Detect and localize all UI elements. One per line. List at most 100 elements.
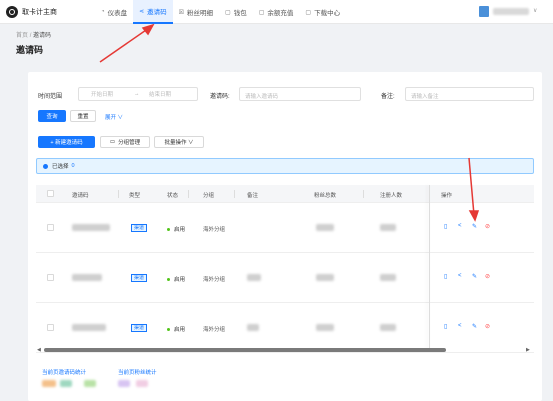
- start-date-input[interactable]: 开始日期: [91, 90, 113, 98]
- scroll-left-icon[interactable]: ◀: [37, 347, 41, 353]
- fans-stats-label: 当前页粉丝统计: [118, 370, 157, 376]
- fans-count-redacted: [316, 224, 334, 231]
- share-icon: ⋖: [139, 8, 145, 15]
- view-icon[interactable]: ▯: [444, 223, 447, 230]
- user-avatar[interactable]: [479, 6, 489, 17]
- breadcrumb-separator: /: [29, 33, 32, 39]
- date-range-picker[interactable]: 开始日期 → 结束日期: [78, 87, 198, 101]
- edit-icon[interactable]: ✎: [472, 273, 477, 280]
- app-title: 取卡计主商: [22, 9, 57, 16]
- nav-item-label: 钱包: [233, 10, 247, 17]
- group-manage-button[interactable]: ▭ 分组管理: [100, 136, 150, 148]
- download-icon: ▢: [305, 9, 312, 16]
- disable-icon[interactable]: ⊘: [485, 273, 490, 280]
- group-manage-label: 分组管理: [118, 140, 141, 146]
- share-icon[interactable]: <: [458, 223, 462, 229]
- selection-label: 已选择: [52, 164, 69, 170]
- nav-item-5[interactable]: ▢ 下载中心: [299, 0, 346, 24]
- table-row[interactable]: 渠道 启用 海外分组 ▯ < ✎ ⊘: [36, 253, 534, 303]
- table-row[interactable]: 渠道 启用 海外分组 ▯ < ✎ ⊘: [36, 203, 534, 253]
- end-date-input[interactable]: 结束日期: [149, 90, 171, 98]
- dashboard-icon: ◔: [101, 9, 105, 15]
- column-header-group: 分组: [203, 193, 215, 199]
- type-tag: 渠道: [131, 224, 148, 232]
- column-header-code: 邀请码: [72, 193, 89, 199]
- range-arrow-icon: →: [134, 91, 140, 97]
- main-nav: ◔ 仪表盘 ⋖ 邀请码 ☒ 粉丝明细 ▢ 钱包 ▢ 余额充值 ▢ 下载中心: [95, 0, 346, 24]
- view-icon[interactable]: ▯: [444, 323, 447, 330]
- nav-item-1[interactable]: ⋖ 邀请码: [133, 0, 173, 24]
- recharge-icon: ▢: [258, 9, 265, 16]
- status-dot-icon: [167, 327, 170, 331]
- invite-code-input[interactable]: 请输入邀请码: [239, 87, 361, 101]
- page-title: 邀请码: [16, 45, 44, 55]
- edit-icon[interactable]: ✎: [472, 223, 477, 230]
- fixed-column-shadow: [429, 185, 430, 351]
- column-divider: [234, 190, 235, 198]
- selection-count: 0: [71, 163, 75, 169]
- column-divider: [118, 190, 119, 198]
- row-checkbox[interactable]: [47, 274, 54, 281]
- registered-count-redacted: [380, 224, 396, 231]
- wallet-icon: ▢: [225, 9, 231, 16]
- nav-item-label: 粉丝明细: [187, 10, 214, 17]
- status-dot-icon: [167, 227, 170, 231]
- share-icon[interactable]: <: [458, 273, 462, 279]
- batch-operation-button[interactable]: 批量操作 ∨: [154, 136, 204, 148]
- breadcrumb-home[interactable]: 首页: [16, 33, 28, 39]
- query-button[interactable]: 查询: [38, 110, 66, 122]
- row-checkbox[interactable]: [47, 324, 54, 331]
- status-text: 启用: [174, 227, 186, 233]
- app-logo[interactable]: [6, 6, 18, 18]
- fans-count-redacted: [316, 324, 334, 331]
- share-icon[interactable]: <: [458, 323, 462, 329]
- nav-item-label: 仪表盘: [107, 10, 128, 17]
- column-header-type: 类型: [129, 193, 141, 199]
- nav-item-3[interactable]: ▢ 钱包: [219, 0, 253, 24]
- group-text: 海外分组: [203, 327, 226, 333]
- time-range-label: 时间范围: [38, 94, 63, 100]
- remark-redacted: [247, 274, 261, 281]
- annotation-arrow-nav: [99, 27, 150, 63]
- list-icon: ☒: [178, 9, 185, 16]
- content-card: 时间范围 开始日期 → 结束日期 邀请码: 请输入邀请码 备注: 请输入备注 查…: [28, 72, 542, 401]
- status-text: 启用: [174, 327, 186, 333]
- invite-code-redacted: [72, 274, 102, 281]
- registered-count-redacted: [380, 324, 396, 331]
- type-tag: 渠道: [131, 324, 148, 332]
- remark-redacted: [247, 324, 259, 331]
- expand-link[interactable]: 展开 ∨: [105, 113, 123, 121]
- breadcrumb-current: 邀请码: [33, 33, 52, 39]
- disable-icon[interactable]: ⊘: [485, 323, 490, 330]
- select-all-checkbox[interactable]: [47, 190, 54, 197]
- stat-value-redacted: [136, 380, 148, 387]
- table-row[interactable]: 渠道 启用 海外分组 ▯ < ✎ ⊘: [36, 303, 534, 353]
- row-checkbox[interactable]: [47, 224, 54, 231]
- column-header-fans: 粉丝总数: [314, 193, 337, 199]
- nav-item-4[interactable]: ▢ 余额充值: [253, 0, 300, 24]
- nav-item-0[interactable]: ◔ 仪表盘: [95, 0, 133, 24]
- nav-item-2[interactable]: ☒ 粉丝明细: [173, 0, 219, 24]
- horizontal-scrollbar[interactable]: ◀ ▶: [36, 347, 534, 353]
- group-text: 海外分组: [203, 227, 226, 233]
- nav-item-label: 邀请码: [147, 9, 167, 16]
- add-invite-code-button[interactable]: + 新建邀请码: [38, 136, 95, 148]
- nav-item-label: 下载中心: [314, 10, 341, 17]
- scrollbar-thumb[interactable]: [44, 348, 446, 352]
- status-badge: 启用: [167, 325, 185, 333]
- reset-button[interactable]: 重置: [70, 110, 96, 122]
- disable-icon[interactable]: ⊘: [485, 223, 490, 230]
- scroll-right-icon[interactable]: ▶: [526, 347, 530, 353]
- view-icon[interactable]: ▯: [444, 273, 447, 280]
- invite-stats-label: 当前页邀请码统计: [42, 370, 87, 376]
- folder-icon: ▭: [109, 139, 116, 145]
- status-badge: 启用: [167, 275, 185, 283]
- table-header: 邀请码 类型 状态 分组 备注 粉丝总数 注册人数 操作: [36, 185, 534, 203]
- user-name-redacted[interactable]: [493, 8, 529, 15]
- remark-input[interactable]: 请输入备注: [405, 87, 534, 101]
- edit-icon[interactable]: ✎: [472, 323, 477, 330]
- column-header-registered: 注册人数: [380, 193, 403, 199]
- chevron-down-icon[interactable]: ∨: [533, 7, 537, 14]
- stat-value-redacted: [42, 380, 56, 387]
- stat-value-redacted: [84, 380, 96, 387]
